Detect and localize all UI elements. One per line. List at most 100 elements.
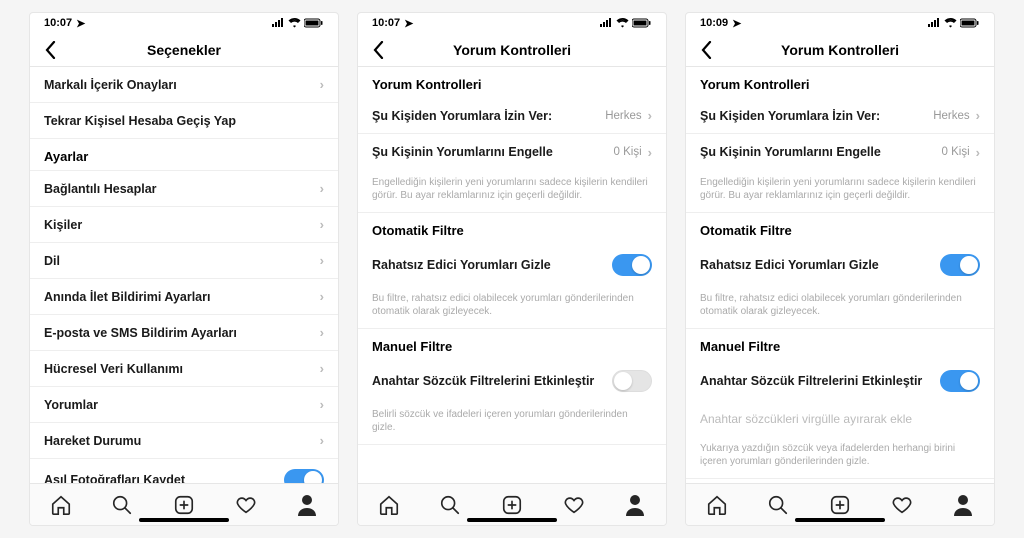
row-label: Hücresel Veri Kullanımı bbox=[44, 362, 320, 376]
row-label: Tekrar Kişisel Hesaba Geçiş Yap bbox=[44, 114, 324, 128]
row-label: Şu Kişiden Yorumlara İzin Ver: bbox=[372, 109, 605, 123]
profile-icon[interactable] bbox=[624, 494, 646, 516]
row-label: Anında İlet Bildirimi Ayarları bbox=[44, 290, 320, 304]
status-bar: 10:07 ➤ bbox=[358, 13, 666, 33]
allow-comments-row[interactable]: Şu Kişiden Yorumlara İzin Ver: Herkes › bbox=[358, 98, 666, 134]
status-icons bbox=[271, 18, 324, 28]
nav-bar: Seçenekler bbox=[30, 33, 338, 67]
keyword-input[interactable]: Anahtar sözcükleri virgülle ayırarak ekl… bbox=[686, 402, 994, 436]
status-time: 10:09 bbox=[700, 17, 728, 29]
heart-icon[interactable] bbox=[563, 494, 585, 516]
list-row[interactable]: Hücresel Veri Kullanımı› bbox=[30, 351, 338, 387]
heart-icon[interactable] bbox=[891, 494, 913, 516]
location-icon: ➤ bbox=[76, 17, 85, 30]
status-icons bbox=[599, 18, 652, 28]
add-post-icon[interactable] bbox=[829, 494, 851, 516]
row-value: Herkes bbox=[605, 110, 641, 122]
back-button[interactable] bbox=[368, 40, 388, 60]
phone-screen-2: 10:07 ➤ Yorum Kontrolleri Yorum Kontroll… bbox=[357, 12, 667, 526]
row-label: Rahatsız Edici Yorumları Gizle bbox=[700, 258, 940, 272]
location-icon: ➤ bbox=[732, 17, 741, 30]
row-label: Asıl Fotoğrafları Kaydet bbox=[44, 473, 284, 483]
back-button[interactable] bbox=[40, 40, 60, 60]
nav-bar: Yorum Kontrolleri bbox=[358, 33, 666, 67]
row-label: Dil bbox=[44, 254, 320, 268]
row-label: Markalı İçerik Onayları bbox=[44, 78, 320, 92]
row-label: Bağlantılı Hesaplar bbox=[44, 182, 320, 196]
search-icon[interactable] bbox=[767, 494, 789, 516]
row-label: E-posta ve SMS Bildirim Ayarları bbox=[44, 326, 320, 340]
help-text: Belirli sözcük ve ifadeleri içeren yorum… bbox=[358, 402, 666, 445]
section-heading: Otomatik Filtre bbox=[358, 213, 666, 244]
help-text: Bu filtre, rahatsız edici olabilecek yor… bbox=[358, 286, 666, 329]
row-label: Kişiler bbox=[44, 218, 320, 232]
row-label: Şu Kişiden Yorumlara İzin Ver: bbox=[700, 109, 933, 123]
row-value: Herkes bbox=[933, 110, 969, 122]
home-icon[interactable] bbox=[50, 494, 72, 516]
home-indicator bbox=[139, 518, 229, 522]
chevron-right-icon: › bbox=[320, 78, 324, 91]
section-heading: Yorum Kontrolleri bbox=[686, 67, 994, 98]
tab-bar bbox=[358, 483, 666, 525]
add-post-icon[interactable] bbox=[173, 494, 195, 516]
list-row[interactable]: Markalı İçerik Onayları › bbox=[30, 67, 338, 103]
manual-filter-row: Anahtar Sözcük Filtrelerini Etkinleştir bbox=[358, 360, 666, 402]
chevron-right-icon: › bbox=[320, 362, 324, 375]
chevron-right-icon: › bbox=[976, 109, 980, 122]
status-bar: 10:07 ➤ bbox=[30, 13, 338, 33]
list-row[interactable]: Kişiler› bbox=[30, 207, 338, 243]
help-text: Yukarıya yazdığın sözcük veya ifadelerde… bbox=[686, 436, 994, 479]
add-post-icon[interactable] bbox=[501, 494, 523, 516]
row-label: Rahatsız Edici Yorumları Gizle bbox=[372, 258, 612, 272]
chevron-right-icon: › bbox=[320, 182, 324, 195]
list-row[interactable]: Tekrar Kişisel Hesaba Geçiş Yap bbox=[30, 103, 338, 139]
hide-offensive-toggle[interactable] bbox=[612, 254, 652, 276]
home-icon[interactable] bbox=[706, 494, 728, 516]
list-row[interactable]: Bağlantılı Hesaplar› bbox=[30, 171, 338, 207]
content-area[interactable]: Markalı İçerik Onayları › Tekrar Kişisel… bbox=[30, 67, 338, 483]
back-button[interactable] bbox=[696, 40, 716, 60]
list-row[interactable]: E-posta ve SMS Bildirim Ayarları› bbox=[30, 315, 338, 351]
save-original-toggle[interactable] bbox=[284, 469, 324, 483]
home-indicator bbox=[467, 518, 557, 522]
list-row[interactable]: Hareket Durumu› bbox=[30, 423, 338, 459]
keyword-filter-toggle[interactable] bbox=[612, 370, 652, 392]
page-title: Yorum Kontrolleri bbox=[453, 42, 571, 58]
block-comments-row[interactable]: Şu Kişinin Yorumlarını Engelle 0 Kişi › bbox=[686, 134, 994, 170]
search-icon[interactable] bbox=[439, 494, 461, 516]
keyword-filter-toggle[interactable] bbox=[940, 370, 980, 392]
block-comments-row[interactable]: Şu Kişinin Yorumlarını Engelle 0 Kişi › bbox=[358, 134, 666, 170]
row-label: Anahtar Sözcük Filtrelerini Etkinleştir bbox=[372, 374, 612, 388]
list-row[interactable]: Dil› bbox=[30, 243, 338, 279]
row-label: Anahtar Sözcük Filtrelerini Etkinleştir bbox=[700, 374, 940, 388]
profile-icon[interactable] bbox=[952, 494, 974, 516]
manual-filter-row: Anahtar Sözcük Filtrelerini Etkinleştir bbox=[686, 360, 994, 402]
search-icon[interactable] bbox=[111, 494, 133, 516]
auto-filter-row: Rahatsız Edici Yorumları Gizle bbox=[686, 244, 994, 286]
chevron-right-icon: › bbox=[648, 109, 652, 122]
row-label: Şu Kişinin Yorumlarını Engelle bbox=[372, 145, 614, 159]
chevron-right-icon: › bbox=[648, 146, 652, 159]
status-time: 10:07 bbox=[44, 17, 72, 29]
chevron-right-icon: › bbox=[976, 146, 980, 159]
location-icon: ➤ bbox=[404, 17, 413, 30]
section-heading: Manuel Filtre bbox=[358, 329, 666, 360]
list-row[interactable]: Anında İlet Bildirimi Ayarları› bbox=[30, 279, 338, 315]
content-area[interactable]: Yorum Kontrolleri Şu Kişiden Yorumlara İ… bbox=[358, 67, 666, 483]
content-area[interactable]: Yorum Kontrolleri Şu Kişiden Yorumlara İ… bbox=[686, 67, 994, 483]
phone-screen-1: 10:07 ➤ Seçenekler Markalı İçerik Onayla… bbox=[29, 12, 339, 526]
list-row[interactable]: Yorumlar› bbox=[30, 387, 338, 423]
help-text: Engellediğin kişilerin yeni yorumlarını … bbox=[686, 170, 994, 213]
auto-filter-row: Rahatsız Edici Yorumları Gizle bbox=[358, 244, 666, 286]
page-title: Seçenekler bbox=[147, 42, 221, 58]
tab-bar bbox=[30, 483, 338, 525]
heart-icon[interactable] bbox=[235, 494, 257, 516]
status-icons bbox=[927, 18, 980, 28]
allow-comments-row[interactable]: Şu Kişiden Yorumlara İzin Ver: Herkes › bbox=[686, 98, 994, 134]
home-icon[interactable] bbox=[378, 494, 400, 516]
hide-offensive-toggle[interactable] bbox=[940, 254, 980, 276]
profile-icon[interactable] bbox=[296, 494, 318, 516]
help-text: Bu filtre, rahatsız edici olabilecek yor… bbox=[686, 286, 994, 329]
help-text: Engellediğin kişilerin yeni yorumlarını … bbox=[358, 170, 666, 213]
chevron-right-icon: › bbox=[320, 218, 324, 231]
